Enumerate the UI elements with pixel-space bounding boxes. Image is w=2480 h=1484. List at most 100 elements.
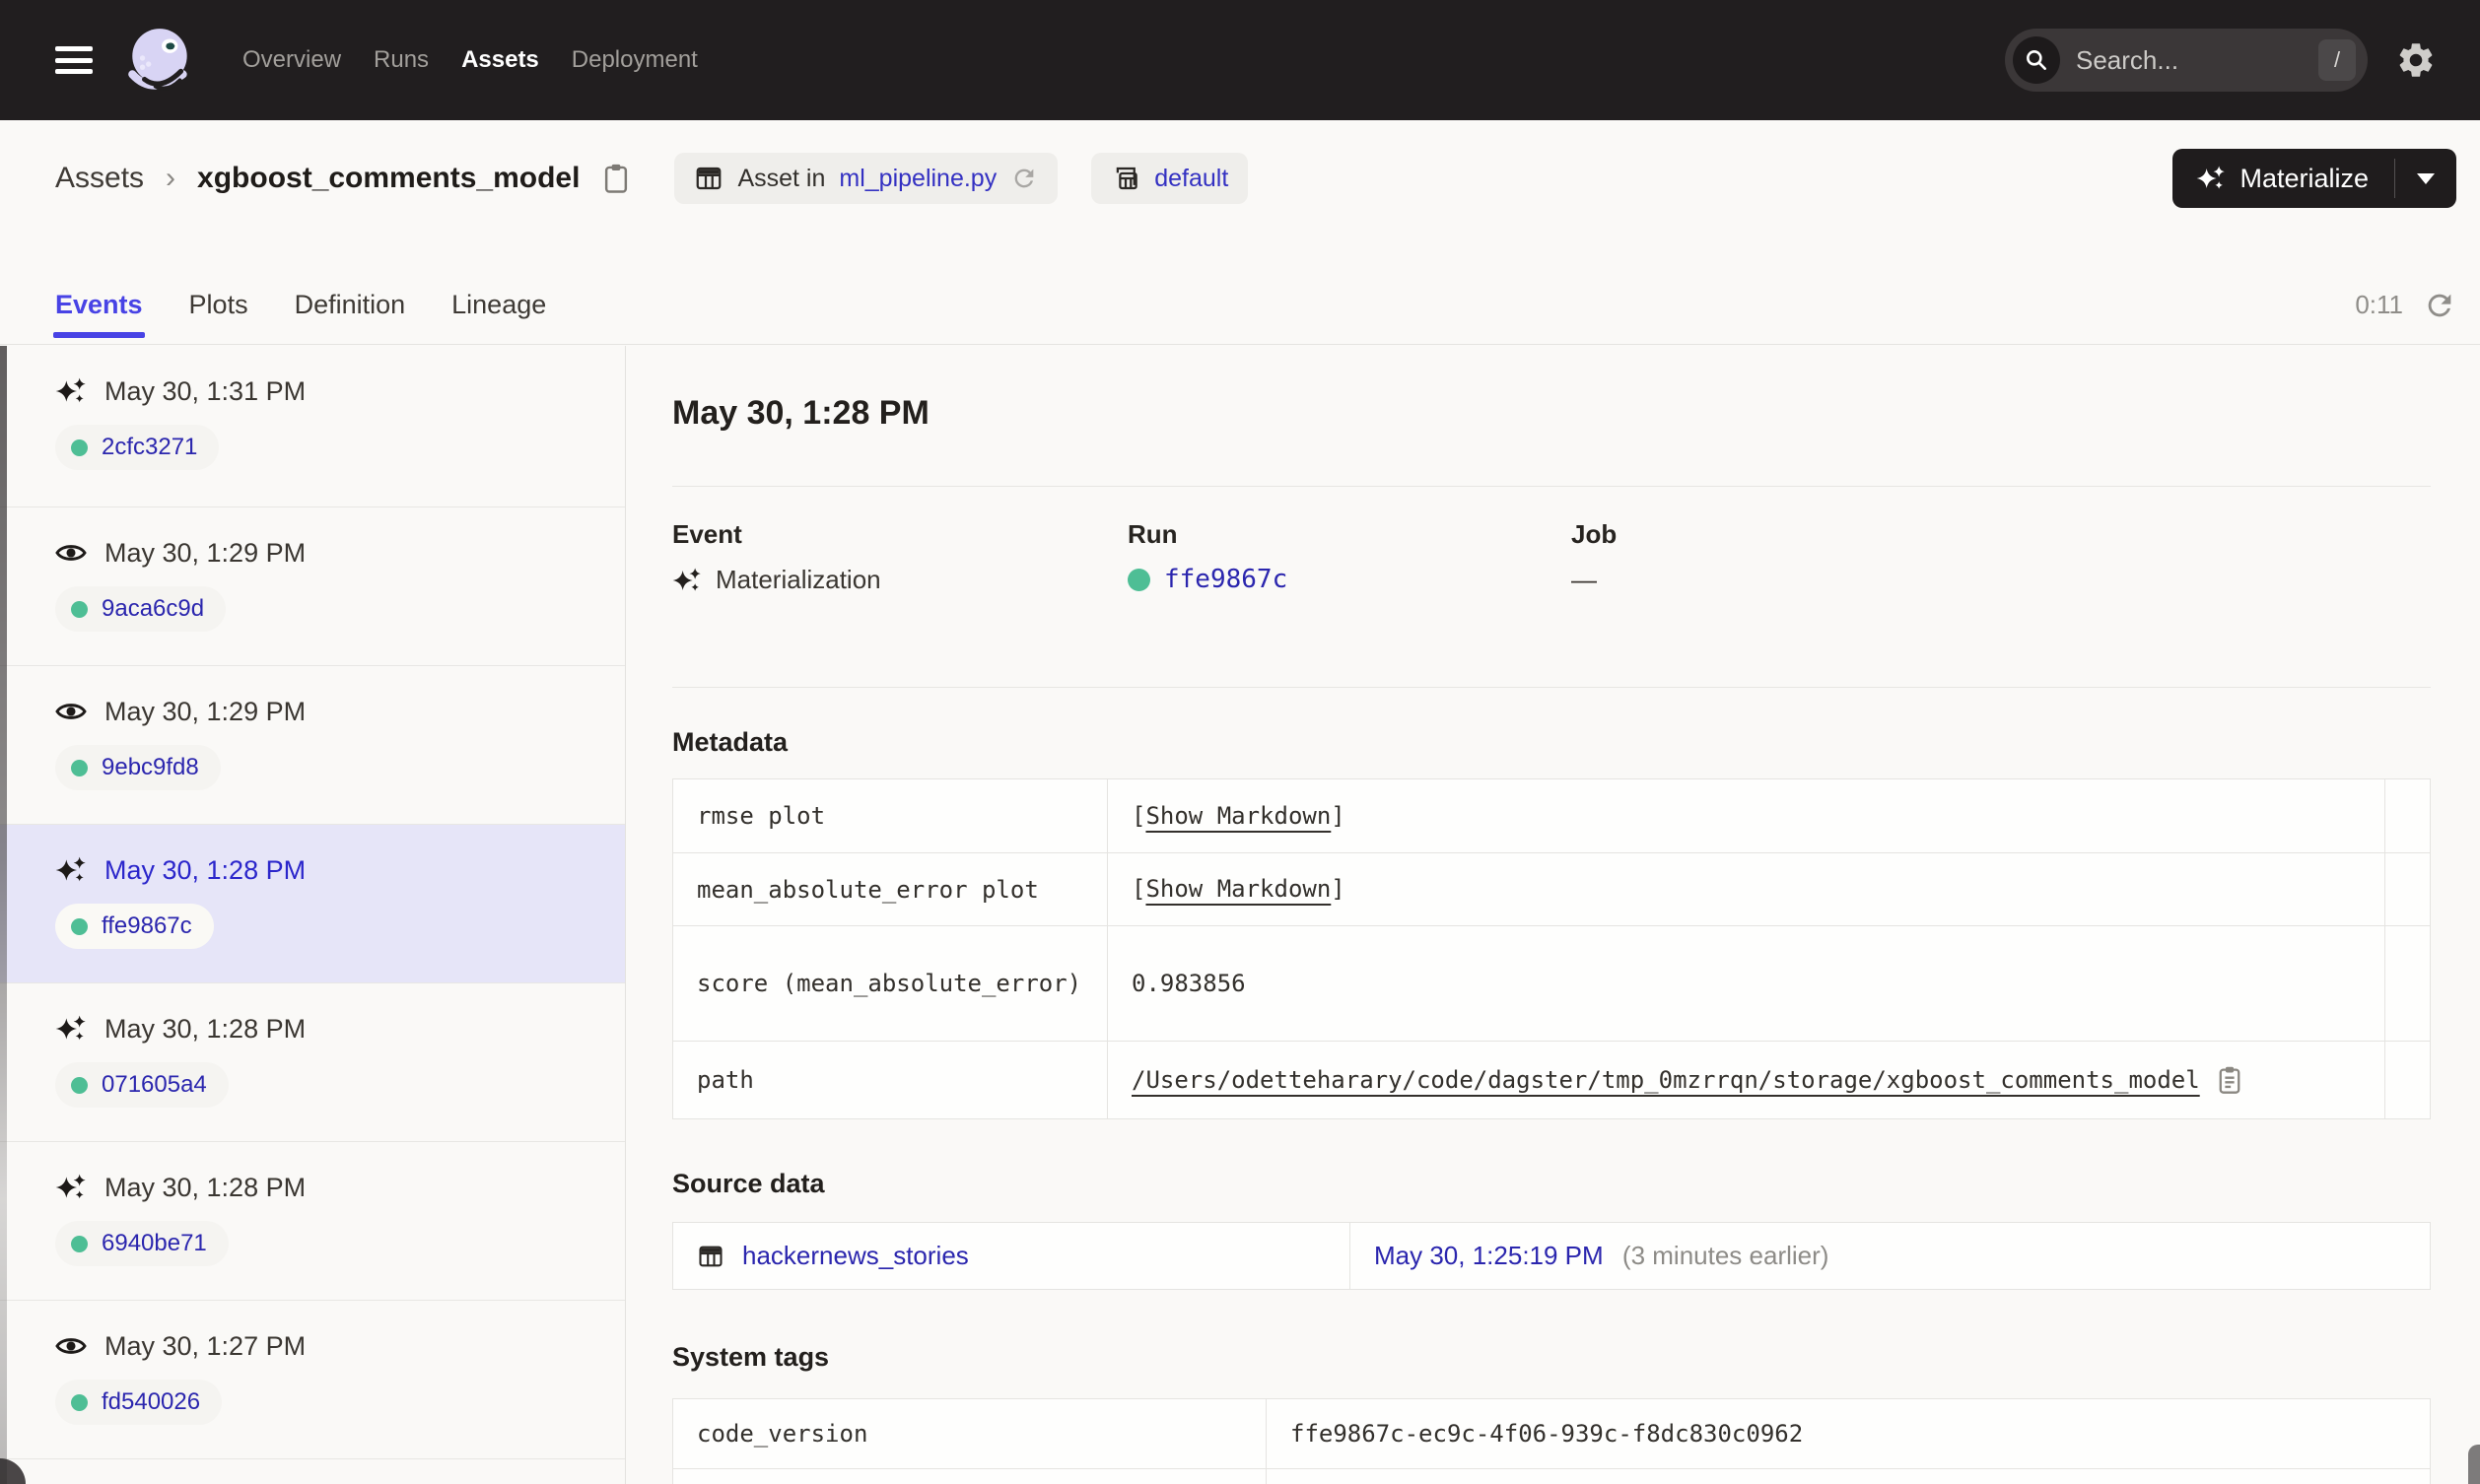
refresh-countdown: 0:11 xyxy=(2355,290,2403,319)
tab-lineage[interactable]: Lineage xyxy=(451,266,546,344)
run-id-tag[interactable]: 9ebc9fd8 xyxy=(55,745,221,790)
repo-icon xyxy=(1116,167,1137,190)
asset-tabs: Events Plots Definition Lineage 0:11 xyxy=(0,266,2480,345)
search-input[interactable]: Search... / xyxy=(2005,29,2368,92)
run-id-link[interactable]: fd540026 xyxy=(102,1388,200,1416)
event-list-item[interactable]: May 30, 1:28 PM 071605a4 xyxy=(0,983,625,1142)
materialize-button[interactable]: Materialize xyxy=(2172,149,2456,208)
run-id-link[interactable]: 071605a4 xyxy=(102,1071,207,1099)
repository-badge[interactable]: default xyxy=(1091,153,1249,204)
system-tags-heading: System tags xyxy=(672,1342,830,1372)
event-list-item[interactable]: May 30, 1:29 PM 9aca6c9d xyxy=(0,507,625,666)
event-timestamp: May 30, 1:31 PM xyxy=(104,375,307,406)
event-list-item[interactable]: May 30, 1:27 PM fd540026 xyxy=(0,1301,625,1459)
path-link[interactable]: /Users/odetteharary/code/dagster/tmp_0mz… xyxy=(1132,1066,2200,1094)
metadata-key: rmse plot xyxy=(697,802,826,830)
bracket: ] xyxy=(1331,801,1345,830)
menu-icon[interactable] xyxy=(55,46,93,74)
tab-definition[interactable]: Definition xyxy=(295,266,406,344)
source-data-heading: Source data xyxy=(672,1169,825,1198)
nav-item-assets[interactable]: Assets xyxy=(461,46,539,74)
run-id-tag[interactable]: 2cfc3271 xyxy=(55,425,220,470)
materialization-icon xyxy=(55,1172,87,1203)
event-detail-panel: May 30, 1:28 PM Event Run Job Materializ… xyxy=(627,346,2480,1484)
observation-icon xyxy=(55,1330,87,1362)
run-id-tag[interactable]: 6940be71 xyxy=(55,1221,229,1266)
bracket: ] xyxy=(1331,875,1345,903)
source-relative-time: (3 minutes earlier) xyxy=(1621,1241,1829,1270)
tab-plots[interactable]: Plots xyxy=(189,266,248,344)
bracket: [ xyxy=(1132,801,1146,830)
run-id-tag[interactable]: 9aca6c9d xyxy=(55,586,227,632)
event-list-item[interactable]: May 30, 1:28 PM 6940be71 xyxy=(0,1142,625,1301)
run-id-link[interactable]: ffe9867c xyxy=(1164,565,1287,594)
copy-path-icon[interactable] xyxy=(2216,1065,2243,1095)
run-status-dot xyxy=(71,1393,88,1411)
reload-code-location-icon[interactable] xyxy=(1010,165,1038,192)
top-nav: Overview Runs Assets Deployment Search... / xyxy=(0,0,2480,120)
settings-gear-icon[interactable] xyxy=(2395,39,2437,81)
source-asset-link[interactable]: hackernews_stories xyxy=(742,1241,969,1271)
event-timestamp: May 30, 1:29 PM xyxy=(104,696,307,726)
run-status-dot xyxy=(71,600,88,618)
materialization-icon xyxy=(55,375,87,407)
observation-icon xyxy=(55,537,87,569)
code-location-badge[interactable]: Asset in ml_pipeline.py xyxy=(674,153,1059,204)
event-column-label: Event xyxy=(672,519,742,549)
nav-item-overview[interactable]: Overview xyxy=(242,46,341,74)
tag-value: ffe9867c-ec9c-4f06-939c-f8dc830c0962 xyxy=(1290,1419,1804,1448)
run-id-tag[interactable]: ffe9867c xyxy=(55,904,214,949)
run-status-dot xyxy=(71,917,88,935)
event-list-item[interactable]: May 30, 1:29 PM 9ebc9fd8 xyxy=(0,666,625,825)
materialize-sparkle-icon xyxy=(2197,166,2226,189)
materialization-icon xyxy=(672,568,701,591)
run-id-link[interactable]: ffe9867c xyxy=(102,912,192,940)
copy-asset-name-icon[interactable] xyxy=(601,163,631,194)
event-list-item[interactable]: May 30, 1:28 PM ffe9867c xyxy=(0,825,625,983)
event-type-value: Materialization xyxy=(716,565,881,594)
run-status-dot xyxy=(71,1076,88,1094)
show-markdown-link[interactable]: Show Markdown xyxy=(1145,875,1331,903)
sidebar-scrollbar[interactable] xyxy=(0,346,7,1484)
materialize-dropdown-button[interactable] xyxy=(2395,149,2456,208)
metadata-key: path xyxy=(697,1066,754,1094)
system-tags-table: code_version ffe9867c-ec9c-4f06-939c-f8d… xyxy=(672,1398,2431,1484)
run-status-dot xyxy=(71,438,88,456)
nav-item-runs[interactable]: Runs xyxy=(374,46,429,74)
show-markdown-link[interactable]: Show Markdown xyxy=(1145,802,1331,830)
metadata-key: mean_absolute_error plot xyxy=(697,875,1039,904)
metadata-value: 0.983856 xyxy=(1132,969,1246,997)
asset-table-icon xyxy=(699,1246,723,1266)
metadata-row: score (mean_absolute_error) 0.983856 xyxy=(672,925,2431,1042)
metadata-table: rmse plot [Show Markdown] mean_absolute_… xyxy=(672,778,2431,1119)
tab-events[interactable]: Events xyxy=(53,266,145,344)
nav-item-deployment[interactable]: Deployment xyxy=(572,46,698,74)
event-timestamp: May 30, 1:28 PM xyxy=(104,1013,307,1044)
dagster-logo-icon[interactable] xyxy=(122,13,199,107)
search-icon xyxy=(2013,36,2060,84)
repo-default-link[interactable]: default xyxy=(1154,165,1228,193)
event-timestamp: May 30, 1:28 PM xyxy=(104,854,307,885)
run-id-tag[interactable]: fd540026 xyxy=(55,1380,223,1425)
run-id-link[interactable]: 2cfc3271 xyxy=(102,434,197,461)
refresh-icon[interactable] xyxy=(2423,289,2456,322)
run-id-link[interactable]: 9ebc9fd8 xyxy=(102,754,199,781)
event-timestamp: May 30, 1:29 PM xyxy=(104,537,307,568)
materialization-icon xyxy=(55,854,87,886)
code-location-link[interactable]: ml_pipeline.py xyxy=(839,165,997,193)
materialize-label: Materialize xyxy=(2239,163,2369,193)
tag-key: code_version xyxy=(697,1420,868,1448)
run-status-dot xyxy=(71,1235,88,1252)
observation-icon xyxy=(55,696,87,727)
asset-table-icon xyxy=(697,167,722,190)
breadcrumb-assets-link[interactable]: Assets xyxy=(55,162,144,195)
metadata-key: score (mean_absolute_error) xyxy=(697,970,1082,997)
materialization-icon xyxy=(55,1013,87,1045)
source-materialization-time-link[interactable]: May 30, 1:25:19 PM xyxy=(1374,1241,1604,1270)
run-id-link[interactable]: 9aca6c9d xyxy=(102,595,204,623)
event-list-item[interactable]: May 30, 1:31 PM 2cfc3271 xyxy=(0,346,625,507)
event-timestamp: May 30, 1:27 PM xyxy=(104,1330,307,1361)
job-value: — xyxy=(1571,565,1597,594)
run-id-link[interactable]: 6940be71 xyxy=(102,1230,207,1257)
run-id-tag[interactable]: 071605a4 xyxy=(55,1062,229,1108)
